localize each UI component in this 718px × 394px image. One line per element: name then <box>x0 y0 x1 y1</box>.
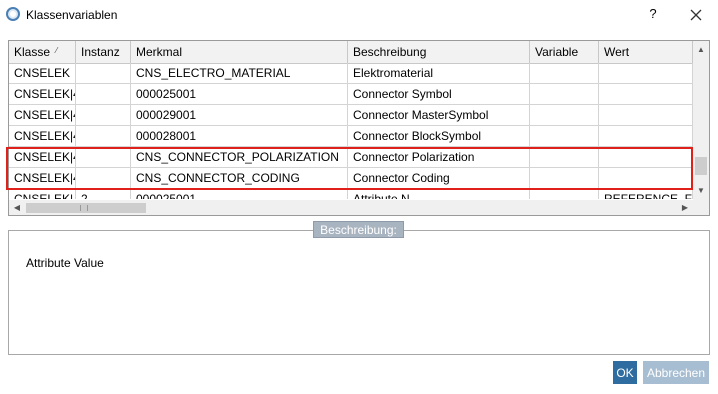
cell-merkmal: CNS_CONNECTOR_CODING <box>131 168 348 189</box>
vertical-scroll-thumb[interactable] <box>695 157 707 175</box>
cell-variable <box>530 105 599 126</box>
horizontal-scrollbar[interactable]: ◀ ▶ <box>9 200 709 215</box>
table-row[interactable]: CNSELEK|4 000025001 Connector Symbol <box>9 84 693 105</box>
column-header-label: Variable <box>535 45 579 59</box>
column-header-variable[interactable]: Variable <box>530 41 599 63</box>
app-icon <box>6 7 20 21</box>
cell-wert <box>599 84 693 105</box>
close-icon[interactable] <box>684 4 708 26</box>
cell-wert <box>599 147 693 168</box>
table-row[interactable]: CNSELEK|4 CNS_CONNECTOR_CODING Connector C… <box>9 168 693 189</box>
cell-variable <box>530 126 599 147</box>
table-row[interactable]: CNSELEK|4 000028001 Connector BlockSymbol <box>9 126 693 147</box>
cell-beschreibung: Elektromaterial <box>348 63 530 84</box>
cell-variable <box>530 84 599 105</box>
cell-beschreibung: Connector Symbol <box>348 84 530 105</box>
table-row[interactable]: CNSELEK| 2 000025001 Attribute N REFERENCE_F… <box>9 189 693 199</box>
cell-variable <box>530 168 599 189</box>
table-header: Klasse ⁄ Instanz Merkmal Beschreibung Variabl… <box>9 41 693 64</box>
description-text: Attribute Value <box>26 256 104 270</box>
cell-instanz <box>76 126 131 147</box>
cell-variable <box>530 63 599 84</box>
cell-klasse: CNSELEK| <box>9 189 76 199</box>
column-header-label: Klasse <box>14 45 51 59</box>
cancel-button[interactable]: Abbrechen <box>643 361 709 384</box>
window-title: Klassenvariablen <box>26 8 118 22</box>
column-header-klasse[interactable]: Klasse ⁄ <box>9 41 76 63</box>
cell-beschreibung: Connector Polarization <box>348 147 530 168</box>
column-header-merkmal[interactable]: Merkmal <box>131 41 348 63</box>
column-header-label: Merkmal <box>136 45 183 59</box>
column-header-label: Beschreibung <box>353 45 427 59</box>
class-variables-table: Klasse ⁄ Instanz Merkmal Beschreibung Variabl… <box>8 40 710 216</box>
cell-merkmal: 000028001 <box>131 126 348 147</box>
scroll-up-icon[interactable]: ▲ <box>693 43 709 57</box>
cell-instanz: 2 <box>76 189 131 199</box>
cell-wert: REFERENCE_FEA <box>599 189 693 199</box>
cell-instanz <box>76 168 131 189</box>
column-header-label: Instanz <box>81 45 120 59</box>
scroll-down-icon[interactable]: ▼ <box>693 184 709 198</box>
cell-klasse: CNSELEK|4 <box>9 126 76 147</box>
title-bar: Klassenvariablen ? <box>0 0 718 30</box>
sort-indicator-icon: ⁄ <box>56 46 58 55</box>
cell-klasse: CNSELEK|4 <box>9 105 76 126</box>
cell-beschreibung: Connector BlockSymbol <box>348 126 530 147</box>
description-label: Beschreibung: <box>313 221 404 238</box>
cell-klasse: CNSELEK|4 <box>9 168 76 189</box>
table-row[interactable]: CNSELEK CNS_ELECTRO_MATERIAL Elektromateri… <box>9 63 693 84</box>
table-row[interactable]: CNSELEK|4 CNS_CONNECTOR_POLARIZATION Conne… <box>9 147 693 168</box>
column-header-beschreibung[interactable]: Beschreibung <box>348 41 530 63</box>
cell-merkmal: CNS_CONNECTOR_POLARIZATION <box>131 147 348 168</box>
cell-klasse: CNSELEK|4 <box>9 84 76 105</box>
cell-wert <box>599 105 693 126</box>
description-panel <box>8 230 710 355</box>
vertical-scrollbar[interactable]: ▲ ▼ <box>693 41 709 200</box>
cell-wert <box>599 63 693 84</box>
cell-instanz <box>76 147 131 168</box>
cell-beschreibung: Connector MasterSymbol <box>348 105 530 126</box>
cell-variable <box>530 189 599 199</box>
table-row[interactable]: CNSELEK|4 000029001 Connector MasterSymbol <box>9 105 693 126</box>
column-header-wert[interactable]: Wert <box>599 41 693 63</box>
cell-merkmal: CNS_ELECTRO_MATERIAL <box>131 63 348 84</box>
cell-wert <box>599 168 693 189</box>
cell-beschreibung: Connector Coding <box>348 168 530 189</box>
cell-instanz <box>76 84 131 105</box>
cell-variable <box>530 147 599 168</box>
cell-merkmal: 000029001 <box>131 105 348 126</box>
cell-instanz <box>76 63 131 84</box>
scroll-left-icon[interactable]: ◀ <box>9 200 25 215</box>
cell-instanz <box>76 105 131 126</box>
cell-merkmal: 000025001 <box>131 84 348 105</box>
column-header-instanz[interactable]: Instanz <box>76 41 131 63</box>
cell-beschreibung: Attribute N <box>348 189 530 199</box>
cell-klasse: CNSELEK|4 <box>9 147 76 168</box>
horizontal-scroll-thumb[interactable] <box>26 203 146 213</box>
column-header-label: Wert <box>604 45 630 59</box>
cell-wert <box>599 126 693 147</box>
cell-merkmal: 000025001 <box>131 189 348 199</box>
ok-button[interactable]: OK <box>613 361 637 384</box>
help-button[interactable]: ? <box>646 6 660 22</box>
scroll-right-icon[interactable]: ▶ <box>677 200 693 215</box>
cell-klasse: CNSELEK <box>9 63 76 84</box>
